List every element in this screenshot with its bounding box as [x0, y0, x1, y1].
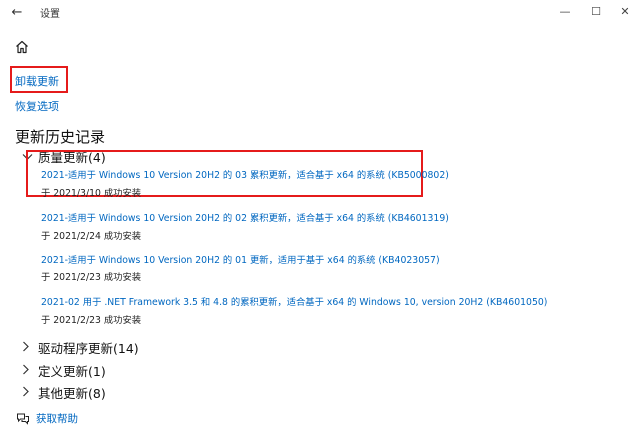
- get-help-label: 获取帮助: [36, 413, 78, 425]
- recovery-options-link[interactable]: 恢复选项: [15, 98, 59, 114]
- title-bar: ← 设置 — ☐ ✕: [0, 0, 640, 24]
- group-label: 驱动程序更新(14): [38, 341, 139, 356]
- arrow-left-icon: ←: [11, 4, 23, 20]
- update-title-link[interactable]: 2021-适用于 Windows 10 Version 20H2 的 02 累积…: [41, 210, 449, 224]
- home-button[interactable]: [12, 37, 32, 57]
- maximize-button[interactable]: ☐: [581, 2, 611, 20]
- chevron-right-icon: [22, 364, 34, 378]
- group-other-updates[interactable]: 其他更新(8): [22, 383, 106, 402]
- update-status: 于 2021/3/10 成功安装: [41, 188, 142, 199]
- update-title-link[interactable]: 2021-适用于 Windows 10 Version 20H2 的 01 更新…: [41, 252, 440, 266]
- update-title-link[interactable]: 2021-02 用于 .NET Framework 3.5 和 4.8 的累积更…: [41, 294, 547, 308]
- get-help-link[interactable]: 获取帮助: [16, 411, 78, 426]
- close-icon: ✕: [620, 4, 630, 18]
- group-definition-updates[interactable]: 定义更新(1): [22, 361, 106, 380]
- minimize-icon: —: [559, 4, 571, 18]
- update-status: 于 2021/2/23 成功安装: [41, 315, 142, 326]
- back-button[interactable]: ←: [6, 2, 28, 22]
- chevron-right-icon: [22, 341, 34, 355]
- update-status: 于 2021/2/24 成功安装: [41, 231, 142, 242]
- uninstall-updates-link[interactable]: 卸载更新: [15, 73, 59, 89]
- close-button[interactable]: ✕: [610, 2, 640, 20]
- minimize-button[interactable]: —: [550, 2, 580, 20]
- window-title: 设置: [40, 9, 60, 20]
- help-chat-icon: [17, 413, 29, 425]
- home-icon: [16, 40, 28, 54]
- group-label: 其他更新(8): [38, 386, 106, 401]
- maximize-icon: ☐: [591, 4, 601, 18]
- update-title-link[interactable]: 2021-适用于 Windows 10 Version 20H2 的 03 累积…: [41, 167, 449, 181]
- chevron-right-icon: [22, 386, 34, 400]
- group-label: 定义更新(1): [38, 364, 106, 379]
- section-title: 更新历史记录: [15, 128, 106, 146]
- group-driver-updates[interactable]: 驱动程序更新(14): [22, 338, 139, 357]
- update-status: 于 2021/2/23 成功安装: [41, 272, 142, 283]
